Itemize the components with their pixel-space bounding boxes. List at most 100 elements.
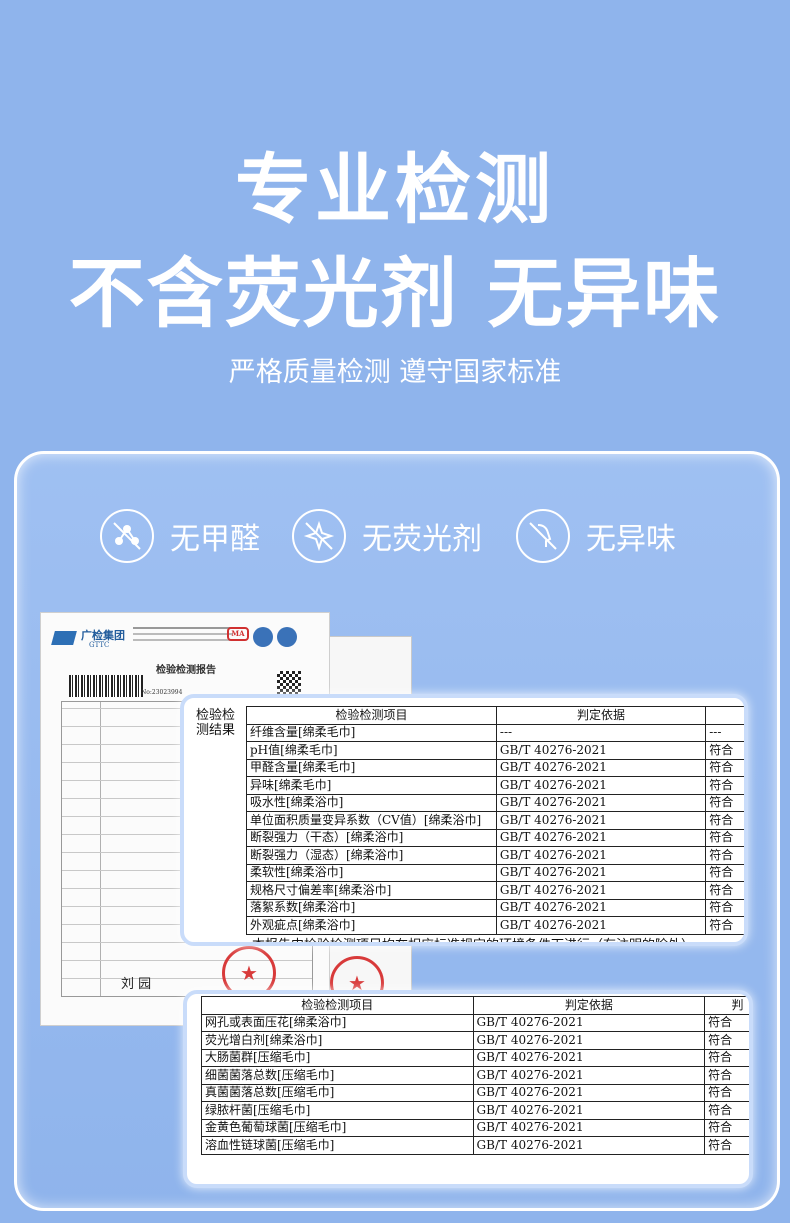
- header-basis: 判定依据: [472, 996, 706, 1015]
- cell-result: 符合: [705, 828, 744, 847]
- cell-basis: GB/T 40276-2021: [472, 1136, 706, 1155]
- cell-basis: GB/T 40276-2021: [495, 776, 707, 795]
- table-header-row: 检验检测项目 判定依据 判: [201, 996, 749, 1015]
- cell-result: 符合: [705, 863, 744, 882]
- org-text-line: [133, 633, 233, 635]
- header-item: 检验检测项目: [246, 706, 497, 725]
- cell-result: 符合: [704, 1048, 749, 1067]
- table-row: 规格尺寸偏差率[绵柔浴巾] GB/T 40276-2021 符合: [246, 881, 744, 900]
- cell-basis: ---: [495, 723, 707, 742]
- header-basis: 判定依据: [495, 706, 707, 725]
- cell-item: 溶血性链球菌[压缩毛巾]: [201, 1136, 474, 1155]
- table-row: 真菌菌落总数[压缩毛巾] GB/T 40276-2021 符合: [201, 1083, 749, 1102]
- table-row: 绿脓杆菌[压缩毛巾] GB/T 40276-2021 符合: [201, 1101, 749, 1120]
- cell-result: 符合: [704, 1101, 749, 1120]
- table-row: 荧光增白剂[绵柔浴巾] GB/T 40276-2021 符合: [201, 1031, 749, 1050]
- molecule-no-icon: [100, 509, 154, 563]
- feature-row: 无甲醛 无荧光剂 无异味: [0, 506, 790, 566]
- cell-result: 符合: [705, 811, 744, 830]
- table-row: 吸水性[绵柔浴巾] GB/T 40276-2021 符合: [246, 793, 744, 812]
- cell-basis: GB/T 40276-2021: [472, 1083, 706, 1102]
- cell-item: 规格尺寸偏差率[绵柔浴巾]: [246, 881, 497, 900]
- cell-basis: GB/T 40276-2021: [495, 793, 707, 812]
- gttc-logo-icon: [51, 631, 77, 645]
- barcode-icon: [69, 675, 143, 697]
- table-row: 大肠菌群[压缩毛巾] GB/T 40276-2021 符合: [201, 1048, 749, 1067]
- odor-no-icon: [516, 509, 570, 563]
- cell-result: 符合: [705, 776, 744, 795]
- cell-result: 符合: [704, 1136, 749, 1155]
- cnas-mark-icon: [277, 627, 297, 647]
- cell-item: 断裂强力（湿态）[绵柔浴巾]: [246, 846, 497, 865]
- results-label: 检验检测结果: [196, 708, 236, 738]
- cell-basis: GB/T 40276-2021: [495, 741, 707, 760]
- cell-result: 符合: [705, 758, 744, 777]
- cell-basis: GB/T 40276-2021: [495, 916, 707, 935]
- table-row: 纤维含量[绵柔毛巾] --- ---: [246, 723, 744, 742]
- cell-result: 符合: [704, 1066, 749, 1085]
- cell-result: 符合: [704, 1031, 749, 1050]
- cell-item: 断裂强力（干态）[绵柔浴巾]: [246, 828, 497, 847]
- cell-item: 单位面积质量变异系数（CV值）[绵柔浴巾]: [246, 811, 497, 830]
- cell-result: 符合: [705, 881, 744, 900]
- table-row: 单位面积质量变异系数（CV值）[绵柔浴巾] GB/T 40276-2021 符合: [246, 811, 744, 830]
- table-row: 外观疵点[绵柔浴巾] GB/T 40276-2021 符合: [246, 916, 744, 935]
- feature-no-formaldehyde: 无甲醛: [100, 506, 260, 566]
- table-row: 网孔或表面压花[绵柔浴巾] GB/T 40276-2021 符合: [201, 1013, 749, 1032]
- cell-result: 符合: [705, 916, 744, 935]
- cell-item: 甲醛含量[绵柔毛巾]: [246, 758, 497, 777]
- header-result: [705, 706, 744, 725]
- cell-basis: GB/T 40276-2021: [495, 811, 707, 830]
- sparkle-no-icon: [292, 509, 346, 563]
- report-number: No:23023994: [141, 689, 183, 696]
- table-row: pH值[绵柔毛巾] GB/T 40276-2021 符合: [246, 741, 744, 760]
- table-row: 细菌菌落总数[压缩毛巾] GB/T 40276-2021 符合: [201, 1066, 749, 1085]
- feature-no-fluorescent: 无荧光剂: [292, 506, 482, 566]
- table-row: 溶血性链球菌[压缩毛巾] GB/T 40276-2021 符合: [201, 1136, 749, 1155]
- header-item: 检验检测项目: [201, 996, 474, 1015]
- cell-item: 真菌菌落总数[压缩毛巾]: [201, 1083, 474, 1102]
- cell-item: 网孔或表面压花[绵柔浴巾]: [201, 1013, 474, 1032]
- ilac-mark-icon: [253, 627, 273, 647]
- cell-basis: GB/T 40276-2021: [495, 881, 707, 900]
- results-table-1: 检验检测项目 判定依据 纤维含量[绵柔毛巾] --- --- pH值[绵柔毛巾] GB/…: [246, 706, 744, 935]
- qr-code-icon: [277, 671, 301, 695]
- org-text-line: [133, 639, 233, 641]
- cell-basis: GB/T 40276-2021: [495, 863, 707, 882]
- cell-basis: GB/T 40276-2021: [495, 846, 707, 865]
- zoom-panel-results-1: 检验检测结果 检验检测项目 判定依据 纤维含量[绵柔毛巾] --- --- pH值[绵…: [180, 694, 748, 946]
- report-footer-note: 本报告中检验检测项目均在相应标准规定的环境条件下进行（有注明的除外）: [252, 938, 695, 946]
- cma-mark: MA: [227, 627, 249, 641]
- cell-basis: GB/T 40276-2021: [495, 828, 707, 847]
- table-row: 落絮系数[绵柔浴巾] GB/T 40276-2021 符合: [246, 898, 744, 917]
- report-brand-sub: GTTC: [89, 641, 110, 649]
- cell-basis: GB/T 40276-2021: [472, 1101, 706, 1120]
- cell-item: 大肠菌群[压缩毛巾]: [201, 1048, 474, 1067]
- cell-basis: GB/T 40276-2021: [495, 758, 707, 777]
- table-row: 断裂强力（干态）[绵柔浴巾] GB/T 40276-2021 符合: [246, 828, 744, 847]
- cell-basis: GB/T 40276-2021: [472, 1118, 706, 1137]
- table-row: 异味[绵柔毛巾] GB/T 40276-2021 符合: [246, 776, 744, 795]
- cell-result: 符合: [704, 1013, 749, 1032]
- cell-result: ---: [705, 723, 744, 742]
- results-table-2: 检验检测项目 判定依据 判 网孔或表面压花[绵柔浴巾] GB/T 40276-20…: [201, 996, 749, 1155]
- cell-item: 荧光增白剂[绵柔浴巾]: [201, 1031, 474, 1050]
- table-header-row: 检验检测项目 判定依据: [246, 706, 744, 725]
- cell-item: 绿脓杆菌[压缩毛巾]: [201, 1101, 474, 1120]
- feature-label: 无甲醛: [170, 522, 260, 557]
- cell-item: 外观疵点[绵柔浴巾]: [246, 916, 497, 935]
- cell-basis: GB/T 40276-2021: [495, 898, 707, 917]
- cell-basis: GB/T 40276-2021: [472, 1031, 706, 1050]
- header-result: 判: [704, 996, 749, 1015]
- feature-no-odor: 无异味: [516, 506, 676, 566]
- hero-title-line1: 专业检测: [235, 145, 555, 234]
- cell-item: 吸水性[绵柔浴巾]: [246, 793, 497, 812]
- cell-item: pH值[绵柔毛巾]: [246, 741, 497, 760]
- cell-item: 落絮系数[绵柔浴巾]: [246, 898, 497, 917]
- cell-result: 符合: [705, 898, 744, 917]
- cell-result: 符合: [705, 846, 744, 865]
- cell-item: 异味[绵柔毛巾]: [246, 776, 497, 795]
- cell-result: 符合: [705, 793, 744, 812]
- cell-basis: GB/T 40276-2021: [472, 1048, 706, 1067]
- cell-item: 金黄色葡萄球菌[压缩毛巾]: [201, 1118, 474, 1137]
